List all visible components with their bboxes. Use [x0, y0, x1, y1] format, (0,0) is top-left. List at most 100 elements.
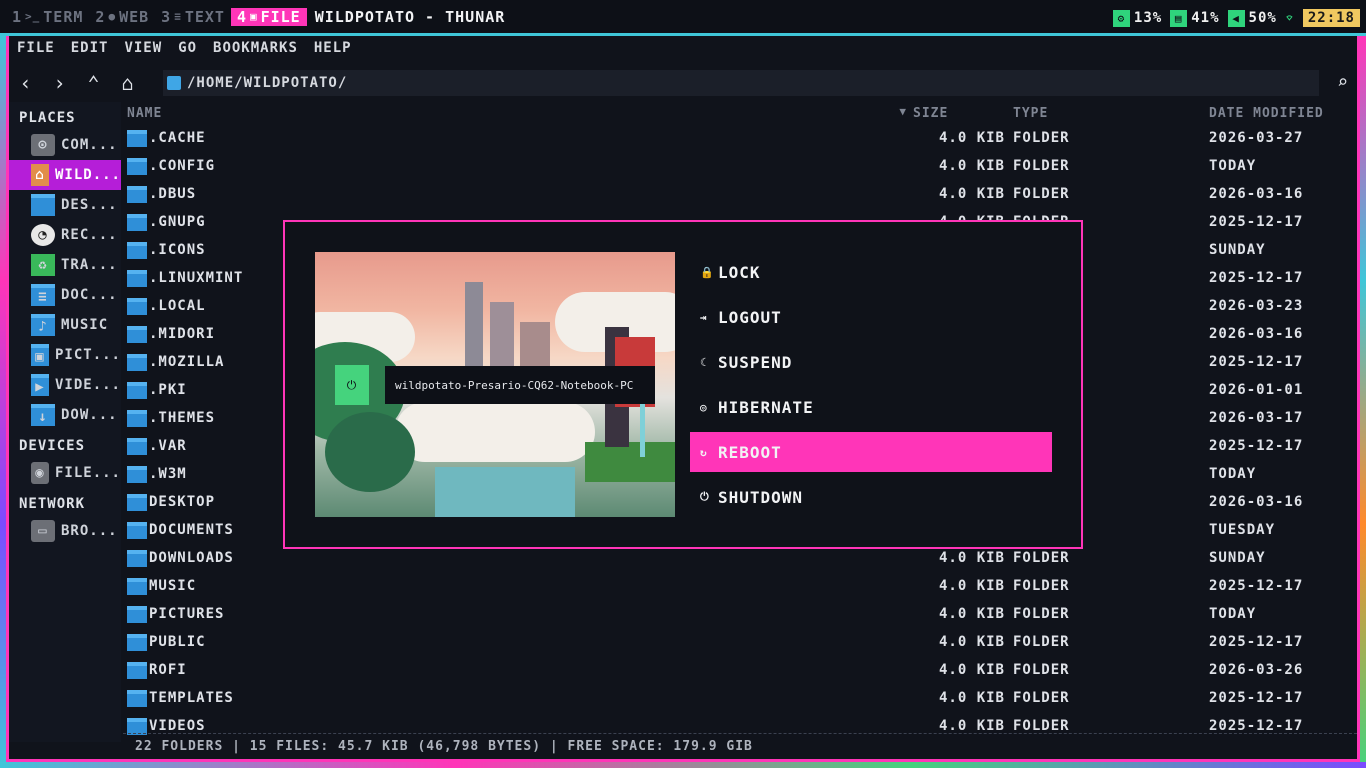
sidebar-item[interactable]: ♻ TRA... [9, 250, 121, 280]
file-name: ROFI [149, 662, 187, 678]
file-date: TODAY [1209, 466, 1257, 482]
power-option-hibernate[interactable]: ◎ HIBERNATE [690, 387, 1052, 427]
column-type[interactable]: TYPE [1013, 106, 1209, 121]
sidebar-item[interactable]: ▭ BRO... [9, 516, 121, 546]
file-name: .PKI [149, 382, 187, 398]
file-size: 4.0 KIB [938, 550, 1005, 566]
workspace-term-icon: >_ [25, 10, 41, 23]
reboot-icon: ↻ [700, 445, 708, 459]
file-name: VIDEOS [149, 718, 206, 734]
sidebar-item-label: TRA... [61, 257, 118, 273]
home-button[interactable]: ⌂ [111, 68, 145, 98]
file-name-cell: PUBLIC [123, 633, 913, 651]
file-name: .ICONS [149, 242, 206, 258]
sidebar-item-label: DES... [61, 197, 118, 213]
suspend-icon: ☾ [700, 355, 708, 369]
table-row[interactable]: .CACHE 4.0 KIB FOLDER 2026-03-27 [123, 124, 1357, 152]
file-date: 2025-12-17 [1209, 690, 1304, 706]
menu-bar: FILE EDIT VIEW GO BOOKMARKS HELP [9, 40, 352, 62]
menu-bookmarks[interactable]: BOOKMARKS [213, 40, 298, 62]
table-row[interactable]: PICTURES 4.0 KIB FOLDER TODAY [123, 600, 1357, 628]
forward-button[interactable]: › [43, 68, 77, 98]
power-option-label: LOCK [718, 262, 761, 282]
file-date: 2026-03-26 [1209, 662, 1304, 678]
table-row[interactable]: MUSIC 4.0 KIB FOLDER 2025-12-17 [123, 572, 1357, 600]
file-date: 2026-03-16 [1209, 494, 1304, 510]
file-name-cell: .CONFIG [123, 157, 913, 175]
file-size: 4.0 KIB [938, 130, 1005, 146]
sidebar-item-label: REC... [61, 227, 118, 243]
menu-file[interactable]: FILE [17, 40, 55, 62]
menu-go[interactable]: GO [178, 40, 197, 62]
folder-icon [127, 577, 147, 595]
workspace-file[interactable]: 4 ▣ FILE [230, 7, 307, 26]
sidebar-item[interactable]: ⊙ COM... [9, 130, 121, 160]
column-name[interactable]: NAME ▼ [123, 104, 913, 121]
file-name: .DBUS [149, 186, 197, 202]
table-row[interactable]: PUBLIC 4.0 KIB FOLDER 2025-12-17 [123, 628, 1357, 656]
cpu-indicator[interactable]: ⚙ 13% [1112, 9, 1162, 27]
power-option-suspend[interactable]: ☾ SUSPEND [690, 342, 1052, 382]
file-date: TODAY [1209, 158, 1257, 174]
sidebar-item[interactable]: ≡ DOC... [9, 280, 121, 310]
waterfall [435, 467, 575, 517]
hibernate-icon: ◎ [700, 400, 708, 414]
table-row[interactable]: TEMPLATES 4.0 KIB FOLDER 2025-12-17 [123, 684, 1357, 712]
workspace-text[interactable]: 3 ≡ TEXT [155, 8, 231, 26]
workspace-web[interactable]: 2 ● WEB [89, 8, 155, 26]
menu-help[interactable]: HELP [314, 40, 352, 62]
ram-indicator[interactable]: ▤ 41% [1170, 9, 1219, 27]
file-date: 2025-12-17 [1209, 578, 1304, 594]
parent-folder-button[interactable]: ⌃ [77, 68, 111, 98]
home-icon: ⌂ [31, 164, 49, 186]
shutdown-icon: ⏻ [700, 490, 710, 503]
sidebar-item-label: DOC... [61, 287, 118, 303]
places-list: ⊙ COM... ⌂ WILD... DES... ◔ REC... ♻ TRA... ≡ DOC.… [9, 130, 121, 430]
workspace-term[interactable]: 1 >_ TERM [6, 8, 89, 26]
sidebar-item[interactable]: ◉ FILE... [9, 458, 121, 488]
wifi-icon[interactable]: ⌔ [1285, 9, 1295, 27]
sort-descending-icon: ▼ [899, 104, 907, 118]
menu-edit[interactable]: EDIT [71, 40, 109, 62]
power-option-reboot[interactable]: ↻ REBOOT [690, 432, 1052, 472]
column-size[interactable]: SIZE [913, 106, 1013, 121]
status-bar: 22 FOLDERS | 15 FILES: 45.7 KIB (46,798 … [123, 733, 1357, 759]
sidebar-item[interactable]: ▣ PICT... [9, 340, 121, 370]
speaker-icon: ◀ [1227, 9, 1245, 27]
sidebar-item[interactable]: DES... [9, 190, 121, 220]
file-type: FOLDER [1013, 606, 1070, 622]
sidebar-item-label: VIDE... [54, 377, 121, 393]
power-option-shutdown[interactable]: ⏻ SHUTDOWN [690, 477, 1052, 517]
system-tray: ⚙ 13% ▤ 41% ◀ 50% ⌔ 22:18 [1112, 9, 1360, 27]
location-bar[interactable]: /home/wildpotato/ [163, 70, 1319, 96]
file-name-cell: MUSIC [123, 577, 913, 595]
clock[interactable]: 22:18 [1302, 9, 1360, 27]
folder-icon [127, 465, 147, 483]
column-date-modified[interactable]: DATE MODIFIED [1209, 106, 1349, 121]
back-button[interactable]: ‹ [9, 68, 43, 98]
sidebar-item[interactable]: ↓ DOW... [9, 400, 121, 430]
folder-icon [127, 353, 147, 371]
power-option-lock[interactable]: 🔒 LOCK [690, 252, 1052, 292]
file-date: 2026-01-01 [1209, 382, 1304, 398]
table-row[interactable]: ROFI 4.0 KIB FOLDER 2026-03-26 [123, 656, 1357, 684]
power-menu-dialog: ⏻ wildpotato-Presario-CQ62-Notebook-PC 🔒… [283, 220, 1083, 549]
menu-view[interactable]: VIEW [124, 40, 162, 62]
sidebar-item[interactable]: ▶ VIDE... [9, 370, 121, 400]
table-row[interactable]: .CONFIG 4.0 KIB FOLDER TODAY [123, 152, 1357, 180]
volume-indicator[interactable]: ◀ 50% [1227, 9, 1277, 27]
file-name-cell: .CACHE [123, 129, 913, 147]
search-icon[interactable]: ⌕ [1337, 72, 1349, 93]
file-name: PUBLIC [149, 634, 206, 650]
file-date: 2025-12-17 [1209, 354, 1304, 370]
sidebar-item[interactable]: ⌂ WILD... [9, 160, 121, 190]
sidebar-item[interactable]: ♪ MUSIC [9, 310, 121, 340]
sidebar: PLACES ⊙ COM... ⌂ WILD... DES... ◔ REC... ♻ TRA.… [9, 102, 121, 742]
file-date: SUNDAY [1209, 242, 1266, 258]
top-panel: 1 >_ TERM 2 ● WEB 3 ≡ TEXT 4 ▣ FILE WILDPOTATO - TH… [0, 0, 1366, 39]
power-option-logout[interactable]: ⇥ LOGOUT [690, 297, 1052, 337]
file-size: 4.0 KIB [938, 718, 1005, 734]
table-row[interactable]: .DBUS 4.0 KIB FOLDER 2026-03-16 [123, 180, 1357, 208]
sidebar-item[interactable]: ◔ REC... [9, 220, 121, 250]
sidebar-item-label: BRO... [61, 523, 118, 539]
